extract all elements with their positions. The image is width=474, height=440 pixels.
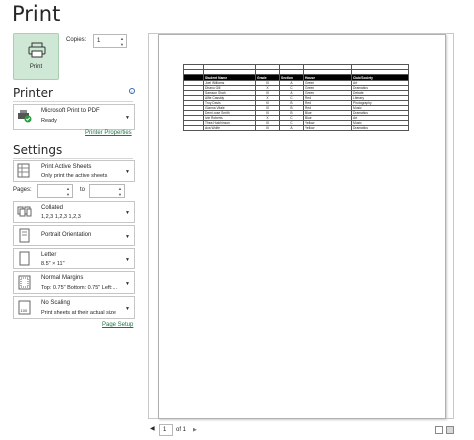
- pages-to-down-icon[interactable]: ▼: [118, 192, 123, 197]
- print-what-title: Print Active Sheets: [41, 164, 92, 170]
- page-count-label: of 1: [176, 427, 187, 433]
- settings-divider: [13, 158, 133, 159]
- table-cell: IX: [255, 125, 280, 131]
- printer-section-heading: Printer: [13, 86, 53, 100]
- pages-label: Pages:: [13, 187, 32, 193]
- table-cell: A: [279, 125, 304, 131]
- chevron-down-icon: ▼: [125, 169, 130, 175]
- sheets-icon: [17, 163, 30, 178]
- print-what-subtitle: Only print the active sheets: [41, 173, 108, 179]
- portrait-icon: [19, 228, 30, 243]
- pages-to-input[interactable]: ▲ ▼: [89, 184, 125, 198]
- copies-label: Copies:: [66, 37, 87, 43]
- preview-table: Student Name Grade Section House Club/So…: [183, 64, 409, 131]
- scaling-dropdown[interactable]: 100 No Scaling Print sheets at their act…: [13, 296, 135, 319]
- paper-size-dropdown[interactable]: Letter 8.5" × 11" ▼: [13, 248, 135, 269]
- chevron-down-icon: ▼: [125, 210, 130, 216]
- collation-dropdown[interactable]: Collated 1,2,3 1,2,3 1,2,3 ▼: [13, 201, 135, 223]
- chevron-down-icon: ▼: [125, 281, 130, 287]
- pages-from-down-icon[interactable]: ▼: [66, 192, 71, 197]
- paper-size-title: Letter: [41, 252, 57, 258]
- margins-dropdown[interactable]: Normal Margins Top: 0.75" Bottom: 0.75" …: [13, 271, 135, 294]
- print-button-label: Print: [29, 64, 43, 70]
- scaling-subtitle: Print sheets at their actual size: [41, 310, 116, 316]
- printer-ready-icon: [18, 110, 32, 123]
- print-what-dropdown[interactable]: Print Active Sheets Only print the activ…: [13, 160, 135, 182]
- table-cell: Ava Wolfe: [203, 125, 256, 131]
- collation-subtitle: 1,2,3 1,2,3 1,2,3: [41, 214, 81, 220]
- zoom-to-page-icon[interactable]: [446, 426, 454, 434]
- pages-from-input[interactable]: ▲ ▼: [37, 184, 73, 198]
- page-title: Print: [12, 2, 61, 26]
- table-cell: Dramatics: [351, 125, 409, 131]
- printer-name: Microsoft Print to PDF: [41, 108, 100, 114]
- orientation-title: Portrait Orientation: [41, 232, 92, 238]
- next-page-icon[interactable]: ▶: [193, 427, 197, 433]
- margins-icon: [18, 275, 31, 290]
- page-number-input[interactable]: 1: [159, 424, 173, 436]
- paper-icon: [19, 251, 30, 266]
- table-cell: [183, 125, 204, 131]
- chevron-down-icon: ▼: [125, 257, 130, 263]
- printer-icon: [28, 42, 46, 58]
- table-row: Ava Wolfe IX A Yellow Dramatics: [183, 125, 409, 131]
- copies-input[interactable]: 1 ▲ ▼: [93, 34, 127, 48]
- prev-page-icon[interactable]: ◀: [150, 425, 155, 432]
- orientation-dropdown[interactable]: Portrait Orientation ▼: [13, 225, 135, 246]
- scaling-title: No Scaling: [41, 300, 71, 306]
- info-icon[interactable]: i: [129, 88, 135, 94]
- chevron-down-icon: ▼: [125, 306, 130, 312]
- svg-text:100: 100: [21, 308, 28, 313]
- collation-title: Collated: [41, 205, 64, 211]
- preview-page: Student Name Grade Section House Club/So…: [158, 34, 446, 419]
- scaling-icon: 100: [18, 300, 31, 315]
- printer-divider: [13, 101, 133, 102]
- copies-down-icon[interactable]: ▼: [120, 42, 125, 47]
- print-button[interactable]: Print: [13, 33, 59, 80]
- copies-up-icon[interactable]: ▲: [120, 36, 125, 41]
- printer-dropdown[interactable]: Microsoft Print to PDF Ready ▼: [13, 104, 135, 130]
- show-margins-icon[interactable]: [435, 426, 443, 434]
- settings-section-heading: Settings: [13, 143, 63, 157]
- pages-to-label: to: [80, 187, 86, 193]
- margins-subtitle: Top: 0.75" Bottom: 0.75" Left:...: [41, 285, 118, 291]
- printer-properties-link[interactable]: Printer Properties: [85, 130, 132, 136]
- printer-status: Ready: [41, 118, 57, 124]
- paper-size-subtitle: 8.5" × 11": [41, 261, 65, 267]
- pages-from-up-icon[interactable]: ▲: [66, 186, 71, 191]
- chevron-down-icon: ▼: [125, 234, 130, 240]
- chevron-down-icon: ▼: [125, 115, 130, 121]
- pages-to-up-icon[interactable]: ▲: [118, 186, 123, 191]
- table-cell: Yellow: [303, 125, 352, 131]
- page-setup-link[interactable]: Page Setup: [102, 322, 133, 328]
- margins-title: Normal Margins: [41, 275, 84, 281]
- collated-icon: [17, 206, 32, 217]
- copies-value: 1: [97, 38, 101, 44]
